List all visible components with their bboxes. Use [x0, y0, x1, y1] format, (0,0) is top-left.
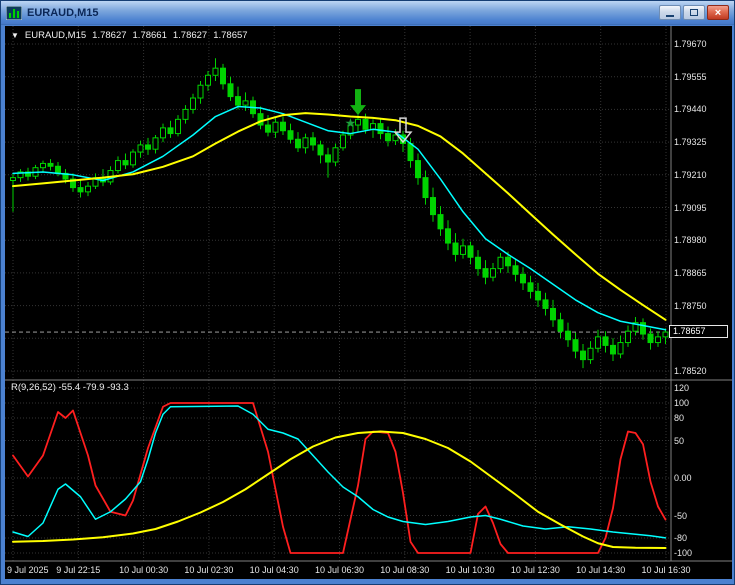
- signal-star-icon: ★: [345, 117, 357, 132]
- price-axis-label: 1.78865: [674, 267, 707, 278]
- close-button[interactable]: ×: [707, 5, 729, 20]
- price-axis-label: 1.78980: [674, 235, 707, 246]
- indicator-axis-label: 120: [674, 383, 690, 393]
- collapse-arrow-icon[interactable]: ▼: [11, 30, 19, 41]
- window-title: EURAUD,M15: [27, 6, 99, 19]
- time-axis-label: 10 Jul 14:30: [576, 565, 626, 575]
- time-axis-label: 10 Jul 02:30: [184, 565, 234, 575]
- ohlc-info-line: ▼ EURAUD,M15 1.78627 1.78661 1.78627 1.7…: [11, 30, 248, 41]
- minimize-icon: [666, 15, 674, 17]
- time-axis-label: 10 Jul 10:30: [445, 565, 495, 575]
- time-axis-label: 10 Jul 16:30: [641, 565, 691, 575]
- time-axis-label: 9 Jul 22:15: [56, 565, 101, 575]
- price-axis-label: 1.79555: [674, 71, 707, 82]
- current-price-box: 1.78657: [669, 325, 728, 339]
- price-axis-label: 1.79095: [674, 202, 707, 213]
- price-axis-label: 1.79325: [674, 137, 707, 148]
- indicator-axis-label: 80: [674, 413, 685, 423]
- indicator-axis-label: -50: [674, 510, 688, 521]
- indicator-axis-label: -80: [674, 533, 688, 543]
- chart-window: EURAUD,M15 × ★ ▼ EURAUD,M15 1.78627 1.78…: [0, 0, 735, 585]
- indicator-axis-label: 50: [674, 435, 685, 446]
- time-axis-label: 10 Jul 12:30: [510, 565, 560, 575]
- time-axis-label: 10 Jul 00:30: [119, 565, 169, 575]
- price-axis-label: 1.79670: [674, 39, 707, 49]
- minimize-button[interactable]: [659, 5, 681, 20]
- indicator-axis-label: -100: [674, 548, 693, 558]
- sell-signal-arrow-icon: [350, 89, 366, 116]
- ohlc-high: 1.78661: [132, 30, 167, 41]
- indicator-axis-label: 0.00: [674, 473, 692, 483]
- close-icon: ×: [714, 6, 722, 19]
- price-axis-label: 1.79440: [674, 104, 707, 115]
- chart-area[interactable]: ★ ▼ EURAUD,M15 1.78627 1.78661 1.78627 1…: [5, 26, 732, 579]
- time-axis-label: 10 Jul 06:30: [314, 565, 365, 575]
- chart-icon: [5, 5, 23, 20]
- ohlc-close: 1.78657: [213, 30, 248, 41]
- ohlc-open: 1.78627: [92, 30, 127, 41]
- restore-icon: [690, 9, 698, 16]
- indicator-axis-label: 100: [674, 398, 690, 408]
- restore-button[interactable]: [683, 5, 705, 20]
- candlestick-chart[interactable]: ★: [5, 26, 732, 579]
- price-axis-label: 1.78750: [674, 300, 707, 311]
- window-titlebar[interactable]: EURAUD,M15 ×: [1, 1, 734, 25]
- ohlc-low: 1.78627: [172, 30, 208, 41]
- symbol-period: EURAUD,M15: [24, 30, 87, 41]
- price-axis-label: 1.78520: [674, 366, 707, 376]
- time-axis-label: 10 Jul 08:30: [380, 565, 430, 575]
- indicator-label: R(9,26,52) -55.4 -79.9 -93.3: [11, 382, 129, 393]
- time-axis-label: 10 Jul 04:30: [249, 565, 299, 575]
- price-axis-label: 1.79210: [674, 169, 707, 180]
